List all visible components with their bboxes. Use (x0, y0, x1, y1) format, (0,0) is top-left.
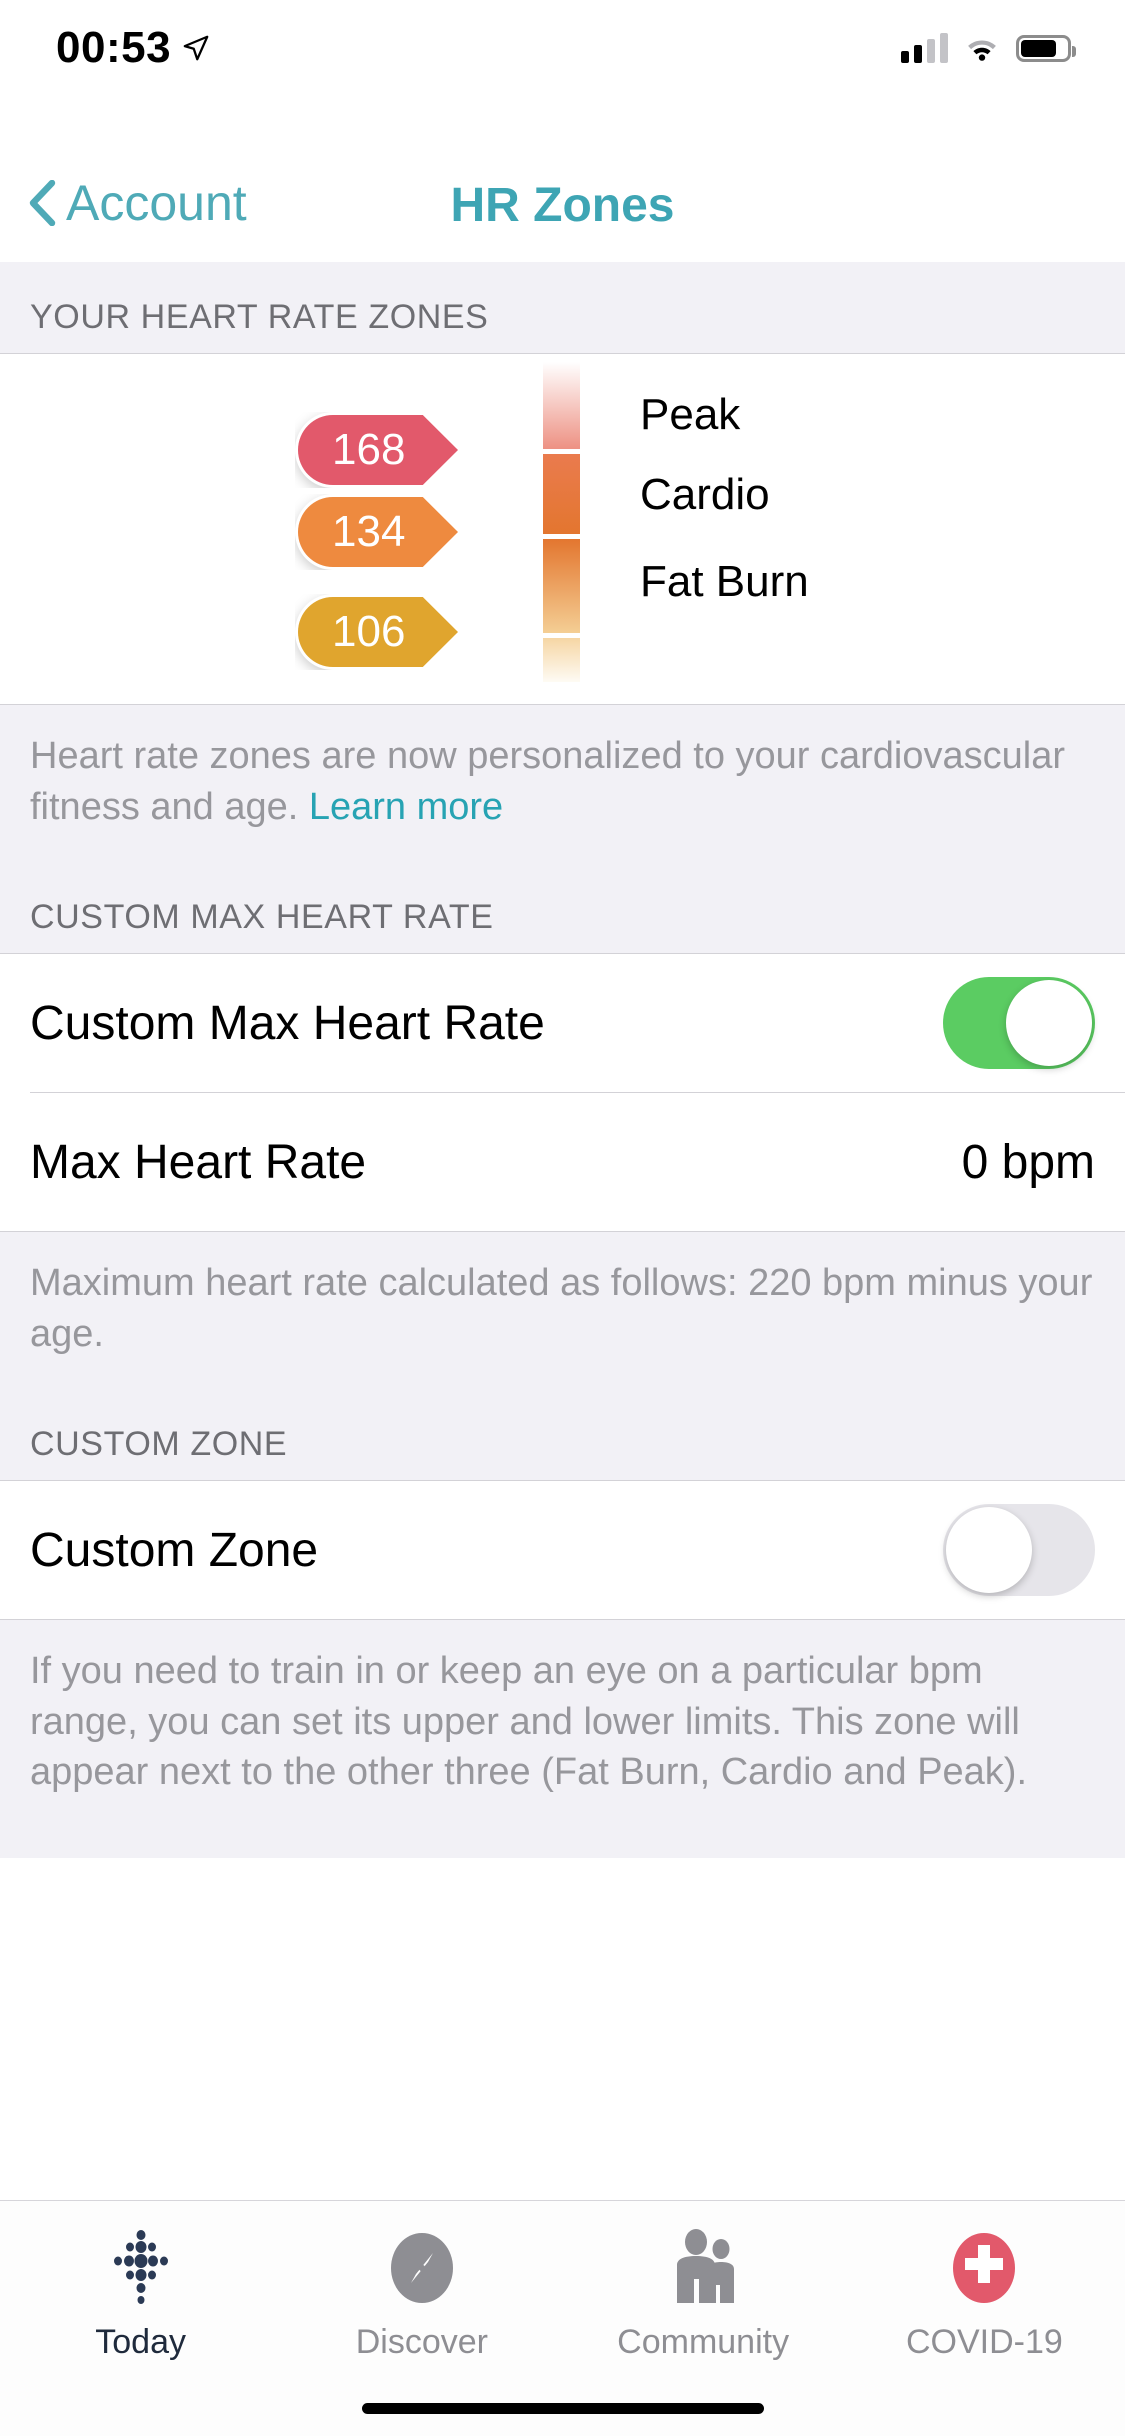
status-bar: 00:53 (0, 0, 1125, 96)
wifi-icon (964, 34, 1000, 62)
tab-bar: Today Discover (0, 2200, 1125, 2436)
compass-icon (387, 2229, 457, 2307)
tab-covid-19[interactable]: COVID-19 (844, 2229, 1125, 2362)
row-custom-zone-label: Custom Zone (30, 1523, 318, 1578)
tab-discover-label: Discover (356, 2323, 488, 2362)
home-indicator (362, 2403, 764, 2414)
zone-threshold-badge-fat-burn: 106 (295, 594, 461, 670)
zone-label-fat-burn: Fat Burn (640, 557, 809, 607)
toggle-knob (1006, 980, 1092, 1066)
zone-threshold-value-cardio: 134 (332, 507, 405, 557)
screen: 00:53 Account HR Zones Y (0, 0, 1125, 2436)
battery-icon (1016, 35, 1071, 62)
tab-discover[interactable]: Discover (281, 2229, 562, 2362)
location-arrow-icon (181, 33, 211, 63)
fitbit-dots-icon (111, 2229, 171, 2307)
medical-cross-icon (949, 2229, 1019, 2307)
status-bar-left: 00:53 (56, 23, 211, 73)
zones-footer-note-text: Heart rate zones are now personalized to… (30, 735, 1065, 828)
zone-threshold-value-fat-burn: 106 (332, 607, 405, 657)
cellular-signal-icon (901, 33, 948, 63)
status-bar-right (901, 33, 1071, 63)
zone-threshold-badge-peak: 168 (295, 412, 461, 488)
zone-threshold-badge-cardio: 134 (295, 494, 461, 570)
custom-zone-section-header: CUSTOM ZONE (0, 1389, 1125, 1481)
zone-segment-cardio (543, 454, 580, 533)
tab-covid-19-label: COVID-19 (906, 2323, 1063, 2362)
tab-community-label: Community (617, 2323, 789, 2362)
custom-max-hr-footer-note: Maximum heart rate calculated as follows… (0, 1231, 1125, 1389)
custom-max-hr-section-header: CUSTOM MAX HEART RATE (0, 862, 1125, 954)
zones-section: YOUR HEART RATE ZONES Peak Cardio Fat Bu… (0, 262, 1125, 1858)
custom-max-heart-rate-toggle[interactable] (943, 977, 1095, 1069)
zone-threshold-value-peak: 168 (332, 425, 405, 475)
row-custom-max-heart-rate-label: Custom Max Heart Rate (30, 996, 545, 1051)
zone-segment-peak (543, 362, 580, 449)
row-max-heart-rate-label: Max Heart Rate (30, 1135, 366, 1190)
hr-zone-chart: Peak Cardio Fat Burn 168 134 (0, 354, 1125, 704)
row-custom-max-heart-rate[interactable]: Custom Max Heart Rate (0, 954, 1125, 1092)
row-max-heart-rate-value: 0 bpm (962, 1135, 1095, 1190)
row-custom-zone[interactable]: Custom Zone (0, 1481, 1125, 1619)
tab-today[interactable]: Today (0, 2229, 281, 2362)
zones-section-header: YOUR HEART RATE ZONES (0, 262, 1125, 354)
row-max-heart-rate[interactable]: Max Heart Rate 0 bpm (0, 1093, 1125, 1231)
zones-footer-note: Heart rate zones are now personalized to… (0, 704, 1125, 862)
zone-label-peak: Peak (640, 390, 740, 440)
page-title: HR Zones (0, 178, 1125, 233)
zone-segment-fatburn (543, 539, 580, 634)
custom-zone-footer-note: If you need to train in or keep an eye o… (0, 1619, 1125, 1858)
tab-community[interactable]: Community (563, 2229, 844, 2362)
toggle-knob (946, 1507, 1032, 1593)
zone-gradient-bar (543, 362, 580, 682)
navigation-bar: Account HR Zones (0, 96, 1125, 262)
custom-zone-toggle[interactable] (943, 1504, 1095, 1596)
zone-segment-below (543, 638, 580, 682)
learn-more-link[interactable]: Learn more (309, 786, 503, 828)
zone-label-cardio: Cardio (640, 470, 770, 520)
tab-today-label: Today (95, 2323, 186, 2362)
status-time: 00:53 (56, 23, 171, 73)
people-icon (663, 2229, 743, 2307)
zone-label-group: Peak Cardio Fat Burn (640, 362, 1060, 682)
